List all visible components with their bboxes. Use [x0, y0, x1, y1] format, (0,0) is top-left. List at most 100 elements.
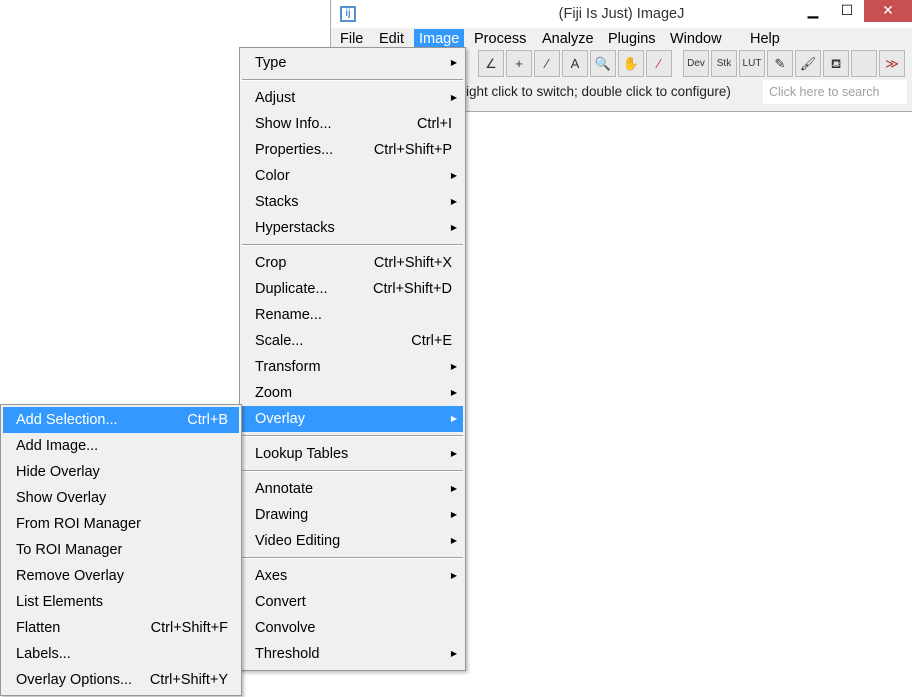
menu-image[interactable]: Image [414, 29, 465, 49]
minimize-button[interactable]: ▁ [796, 0, 830, 22]
hand-icon-button[interactable]: ✋ [618, 50, 644, 77]
menu-item-label: Add Selection... [16, 412, 118, 428]
menu-item-rename[interactable]: Rename... [242, 302, 463, 328]
angle-icon: ∠ [485, 56, 497, 71]
submenu-arrow-icon: ▶ [450, 449, 457, 458]
submenu-arrow-icon: ▶ [450, 171, 457, 180]
menu-item-zoom[interactable]: Zoom ▶ [242, 380, 463, 406]
magnifier-icon: 🔍 [594, 56, 612, 71]
menu-item-label: Rename... [255, 307, 322, 323]
menu-file[interactable]: File [335, 29, 368, 49]
wand-icon-button[interactable]: ⁄ [534, 50, 560, 77]
point-icon-button[interactable]: + [506, 50, 532, 77]
shortcut-label: Ctrl+Shift+P [373, 142, 452, 158]
menu-item-hyperstacks[interactable]: Hyperstacks ▶ [242, 215, 463, 241]
menu-item-transform[interactable]: Transform ▶ [242, 354, 463, 380]
image-menu: Type ▶ Adjust ▶ Show Info... Ctrl+I Properties… [239, 47, 466, 671]
submenu-arrow-icon: ▶ [450, 362, 457, 371]
menu-item-overlay-options[interactable]: Overlay Options... Ctrl+Shift+Y [3, 667, 239, 693]
menu-item-label: Overlay [255, 411, 305, 427]
shortcut-label: Ctrl+Shift+F [150, 620, 228, 636]
menu-item-label: Properties... [255, 142, 334, 158]
empty-slot[interactable] [851, 50, 877, 77]
menu-item-convolve[interactable]: Convolve [242, 615, 463, 641]
menu-item-scale[interactable]: Scale... Ctrl+E [242, 328, 463, 354]
menu-item-label: Show Overlay [16, 490, 107, 506]
search-input[interactable]: Click here to search [763, 80, 907, 104]
menu-item-threshold[interactable]: Threshold ▶ [242, 641, 463, 667]
flood-fill-icon-button[interactable]: ⛾ [823, 50, 849, 77]
dropper-icon-button[interactable]: ⁄ [646, 50, 672, 77]
maximize-button[interactable]: ☐ [830, 0, 864, 22]
brush-icon: 🖌 [799, 56, 817, 71]
menu-plugins[interactable]: Plugins [603, 29, 661, 49]
menu-item-label: Stacks [255, 194, 299, 210]
menu-item-adjust[interactable]: Adjust ▶ [242, 85, 463, 111]
more-tools-icon-button[interactable]: ≫ [879, 50, 905, 77]
menu-item-type[interactable]: Type ▶ [242, 50, 463, 76]
dev-icon: Dev [687, 58, 705, 69]
menu-window[interactable]: Window [665, 29, 727, 49]
pencil-icon: ✎ [774, 56, 786, 71]
menu-item-stacks[interactable]: Stacks ▶ [242, 189, 463, 215]
menu-item-convert[interactable]: Convert [242, 589, 463, 615]
menu-item-label: Color [255, 168, 290, 184]
flood-fill-icon: ⛾ [830, 56, 842, 71]
lut-icon: LUT [742, 58, 762, 69]
menu-item-show-info[interactable]: Show Info... Ctrl+I [242, 111, 463, 137]
title-bar[interactable]: ij (Fiji Is Just) ImageJ ▁ ☐ ✕ [331, 0, 912, 28]
menu-help[interactable]: Help [745, 29, 785, 49]
menu-item-annotate[interactable]: Annotate ▶ [242, 476, 463, 502]
menu-item-drawing[interactable]: Drawing ▶ [242, 502, 463, 528]
close-button[interactable]: ✕ [864, 0, 912, 22]
dev-icon-button[interactable]: Dev [683, 50, 709, 77]
menu-item-hide-overlay[interactable]: Hide Overlay [3, 459, 239, 485]
menu-item-to-roi-manager[interactable]: To ROI Manager [3, 537, 239, 563]
menu-item-flatten[interactable]: Flatten Ctrl+Shift+F [3, 615, 239, 641]
menu-item-lookup-tables[interactable]: Lookup Tables ▶ [242, 441, 463, 467]
stk-icon-button[interactable]: Stk [711, 50, 737, 77]
menu-item-labels[interactable]: Labels... [3, 641, 239, 667]
menu-edit[interactable]: Edit [374, 29, 409, 49]
dropper-icon: ⁄ [657, 56, 661, 71]
menu-item-add-image[interactable]: Add Image... [3, 433, 239, 459]
submenu-arrow-icon: ▶ [450, 414, 457, 423]
menu-item-list-elements[interactable]: List Elements [3, 589, 239, 615]
menu-item-add-selection[interactable]: Add Selection... Ctrl+B [3, 407, 239, 433]
menu-item-duplicate[interactable]: Duplicate... Ctrl+Shift+D [242, 276, 463, 302]
submenu-arrow-icon: ▶ [450, 388, 457, 397]
hand-icon: ✋ [622, 56, 640, 71]
menu-item-color[interactable]: Color ▶ [242, 163, 463, 189]
brush-icon-button[interactable]: 🖌 [795, 50, 821, 77]
status-text: ight click to switch; double click to co… [466, 84, 731, 99]
menu-separator [242, 557, 463, 559]
menu-item-overlay[interactable]: Overlay ▶ [242, 406, 463, 432]
menu-item-label: Zoom [255, 385, 293, 401]
menu-item-label: Flatten [16, 620, 61, 636]
menu-separator [242, 244, 463, 246]
menu-item-label: Add Image... [16, 438, 99, 454]
overlay-submenu: Add Selection... Ctrl+B Add Image... Hide O… [0, 404, 242, 696]
menu-item-show-overlay[interactable]: Show Overlay [3, 485, 239, 511]
menu-item-video-editing[interactable]: Video Editing ▶ [242, 528, 463, 554]
menu-item-crop[interactable]: Crop Ctrl+Shift+X [242, 250, 463, 276]
wand-icon: ⁄ [545, 56, 549, 71]
menu-item-axes[interactable]: Axes ▶ [242, 563, 463, 589]
menu-process[interactable]: Process [469, 29, 531, 49]
pencil-icon-button[interactable]: ✎ [767, 50, 793, 77]
menu-item-remove-overlay[interactable]: Remove Overlay [3, 563, 239, 589]
stk-icon: Stk [716, 58, 732, 69]
magnifier-icon-button[interactable]: 🔍 [590, 50, 616, 77]
menu-analyze[interactable]: Analyze [537, 29, 599, 49]
angle-icon-button[interactable]: ∠ [478, 50, 504, 77]
submenu-arrow-icon: ▶ [450, 536, 457, 545]
menu-item-label: Labels... [16, 646, 71, 662]
submenu-arrow-icon: ▶ [450, 223, 457, 232]
menu-item-properties[interactable]: Properties... Ctrl+Shift+P [242, 137, 463, 163]
lut-icon-button[interactable]: LUT [739, 50, 765, 77]
menu-item-label: Remove Overlay [16, 568, 124, 584]
text-icon-button[interactable]: A [562, 50, 588, 77]
menu-item-label: Transform [255, 359, 321, 375]
menu-item-label: Duplicate... [255, 281, 328, 297]
menu-item-from-roi-manager[interactable]: From ROI Manager [3, 511, 239, 537]
